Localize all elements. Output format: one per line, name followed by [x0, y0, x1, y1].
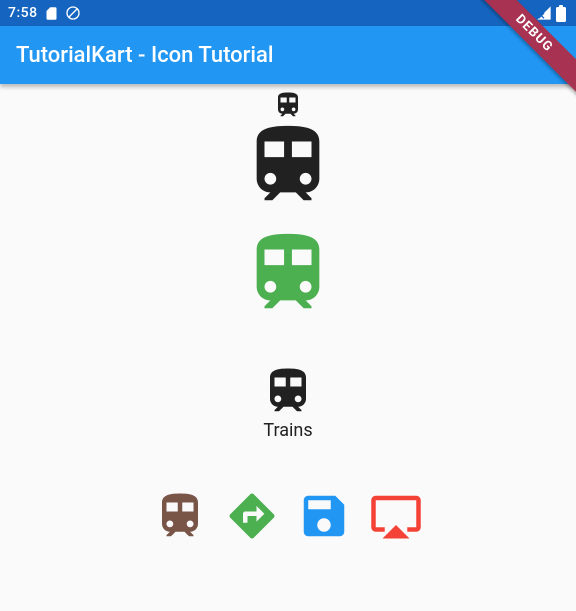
battery-icon [556, 5, 566, 22]
signal-icon [536, 5, 552, 21]
status-right [536, 5, 568, 22]
content-area: Trains [0, 84, 576, 543]
status-time: 7:58 [8, 5, 38, 21]
train-icon [241, 118, 335, 212]
train-icon [241, 226, 335, 320]
save-icon [297, 489, 351, 543]
sd-card-icon [44, 6, 59, 21]
train-icon [261, 364, 315, 418]
status-left: 7:58 [8, 5, 81, 21]
train-icon [153, 489, 207, 543]
app-bar: TutorialKart - Icon Tutorial [0, 26, 576, 84]
train-icon [273, 90, 303, 120]
app-title: TutorialKart - Icon Tutorial [16, 43, 274, 68]
icon-caption-trains: Trains [263, 420, 312, 441]
icon-train-green [241, 226, 335, 320]
directions-icon [225, 489, 279, 543]
status-bar: 7:58 [0, 0, 576, 26]
no-sync-icon [65, 5, 81, 21]
icon-train-large [241, 118, 335, 212]
airplay-icon [369, 489, 423, 543]
icon-train-labeled: Trains [261, 364, 315, 441]
icon-train-small [273, 90, 303, 120]
icon-row [153, 489, 423, 543]
